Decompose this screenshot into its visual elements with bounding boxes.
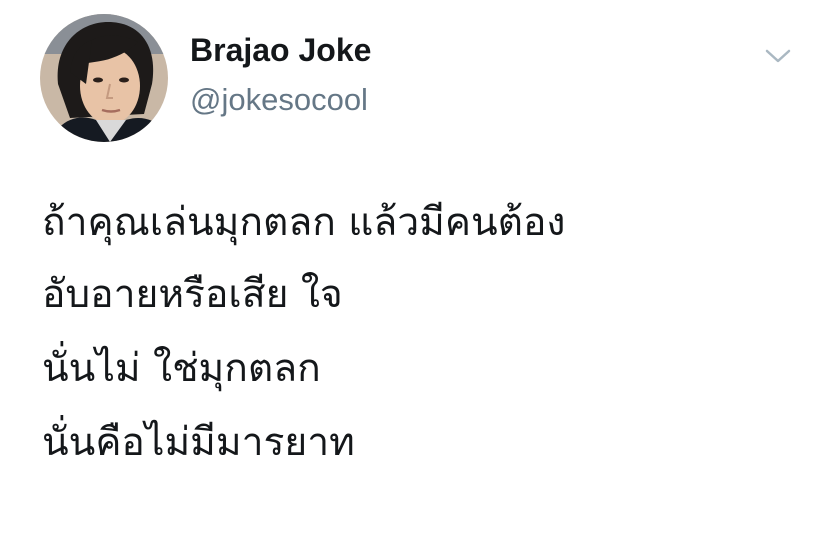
person-avatar-icon [40, 14, 168, 142]
tweet-menu-button[interactable] [762, 44, 794, 68]
tweet-text-line: อับอายหรือเสีย ใจ [42, 272, 343, 317]
chevron-down-icon [765, 49, 791, 63]
tweet-text-line: นั่นไม่ ใช่มุกตลก [42, 346, 321, 391]
author-handle[interactable]: @jokesocool [190, 80, 368, 120]
tweet-text: ถ้าคุณเล่นมุกตลก แล้วมีคนต้อง อับอายหรือ… [42, 188, 802, 480]
tweet-card: Brajao Joke @jokesocool ถ้าคุณเล่นมุกตลก… [0, 0, 828, 534]
tweet-text-line: ถ้าคุณเล่นมุกตลก แล้วมีคนต้อง [42, 200, 566, 245]
author-display-name[interactable]: Brajao Joke [190, 30, 371, 70]
avatar[interactable] [40, 14, 168, 142]
tweet-text-line: นั่นคือไม่มีมารยาท [42, 420, 355, 465]
